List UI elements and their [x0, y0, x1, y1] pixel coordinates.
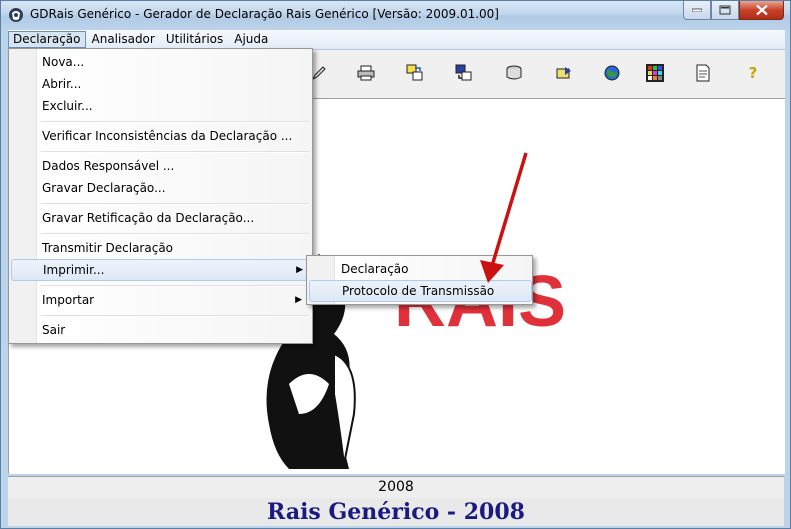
year-status: 2008: [8, 476, 784, 499]
export-tool-button[interactable]: [453, 62, 475, 84]
report-tool-button[interactable]: [692, 62, 714, 84]
submenu-arrow-icon: ▶: [295, 295, 302, 305]
menu-separator: [41, 121, 309, 123]
menu-item-label: Gravar Retificação da Declaração...: [42, 211, 255, 225]
menu-item-label: Transmitir Declaração: [42, 241, 174, 255]
print-tool-button[interactable]: [355, 62, 377, 84]
menu-declaracao[interactable]: Declaração: [8, 31, 86, 48]
menu-item-abrir[interactable]: Abrir...: [11, 73, 310, 95]
import-tool-button[interactable]: [404, 62, 426, 84]
menu-item-excluir[interactable]: Excluir...: [11, 95, 310, 117]
menu-item-dados-responsavel[interactable]: Dados Responsável ...: [11, 155, 310, 177]
menu-item-label: Imprimir...: [43, 263, 105, 277]
menu-item-gravar-retificacao[interactable]: Gravar Retificação da Declaração...: [11, 207, 310, 229]
submenu-arrow-icon: ▶: [296, 265, 303, 275]
import-icon: [406, 64, 423, 81]
menu-item-importar[interactable]: Importar ▶: [11, 289, 310, 311]
menu-item-label: Abrir...: [42, 77, 82, 91]
report-icon: [696, 64, 710, 82]
menu-item-nova[interactable]: Nova...: [11, 51, 310, 73]
send-tool-button[interactable]: [553, 62, 575, 84]
menu-item-label: Importar: [42, 293, 95, 307]
menu-item-label: Nova...: [42, 55, 85, 69]
menu-item-label: Dados Responsável ...: [42, 159, 175, 173]
title-bar[interactable]: GDRais Genérico - Gerador de Declaração …: [1, 1, 790, 29]
maximize-button[interactable]: [711, 1, 739, 20]
grid-tool-button[interactable]: [644, 62, 666, 84]
print-icon: [357, 65, 375, 81]
menu-ajuda[interactable]: Ajuda: [229, 31, 273, 48]
submenu-item-label: Declaração: [341, 262, 409, 276]
menu-item-gravar-declaracao[interactable]: Gravar Declaração...: [11, 177, 310, 199]
footer-title: Rais Genérico - 2008: [8, 498, 784, 526]
menu-separator: [41, 285, 309, 287]
help-icon: ?: [748, 64, 758, 82]
annotation-arrow: [480, 152, 528, 283]
menu-separator: [41, 203, 309, 205]
export-icon: [455, 64, 472, 81]
grid-icon: [646, 64, 664, 82]
disk-tool-button[interactable]: [503, 62, 525, 84]
menu-separator: [41, 315, 309, 317]
close-button[interactable]: [739, 1, 784, 20]
globe-tool-button[interactable]: [601, 62, 623, 84]
menu-utilitarios[interactable]: Utilitários: [161, 31, 228, 48]
menu-item-label: Excluir...: [42, 99, 93, 113]
declaracao-menu: Nova... Abrir... Excluir... Verificar In…: [8, 48, 313, 344]
menu-separator: [41, 151, 309, 153]
send-icon: [556, 67, 571, 79]
menu-item-transmitir[interactable]: Transmitir Declaração: [11, 237, 310, 259]
menu-item-sair[interactable]: Sair: [11, 319, 310, 341]
help-tool-button[interactable]: ?: [742, 62, 764, 84]
edit-icon: [311, 66, 326, 81]
menu-analisador[interactable]: Analisador: [87, 31, 160, 48]
menu-item-imprimir[interactable]: Imprimir... ▶: [11, 259, 312, 281]
window-controls: [683, 1, 784, 20]
window-title: GDRais Genérico - Gerador de Declaração …: [30, 7, 499, 21]
minimize-icon: [692, 8, 702, 12]
menu-bar: Declaração Analisador Utilitários Ajuda: [8, 30, 785, 50]
disk-icon: [506, 65, 522, 80]
menu-item-label: Gravar Declaração...: [42, 181, 166, 195]
menu-item-verificar-inconsistencias[interactable]: Verificar Inconsistências da Declaração …: [11, 125, 310, 147]
menu-separator: [41, 233, 309, 235]
globe-icon: [604, 65, 620, 81]
menu-item-label: Sair: [42, 323, 66, 337]
minimize-button[interactable]: [683, 1, 711, 20]
menu-item-label: Verificar Inconsistências da Declaração …: [42, 129, 293, 143]
maximize-icon: [719, 5, 731, 15]
close-icon: [755, 4, 768, 16]
app-icon: [9, 8, 23, 22]
